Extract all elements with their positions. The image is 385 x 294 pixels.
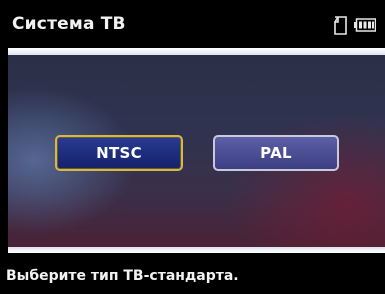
pal-button[interactable]: PAL (213, 135, 339, 171)
ntsc-button-label: NTSC (96, 144, 142, 162)
pal-button-label: PAL (260, 144, 292, 162)
option-panel: NTSC PAL (8, 55, 385, 247)
battery-icon (354, 18, 376, 32)
top-divider (8, 48, 385, 55)
ntsc-button[interactable]: NTSC (55, 135, 183, 171)
page-title: Система ТВ (12, 14, 126, 34)
sd-card-icon (334, 16, 347, 35)
tv-system-screen: Система ТВ NTSC PAL Выберите тип ТВ-стан… (0, 0, 385, 294)
header-bar: Система ТВ (4, 4, 385, 48)
hint-text: Выберите тип ТВ-стандарта. (6, 268, 239, 284)
status-bar: Выберите тип ТВ-стандарта. (0, 253, 385, 294)
